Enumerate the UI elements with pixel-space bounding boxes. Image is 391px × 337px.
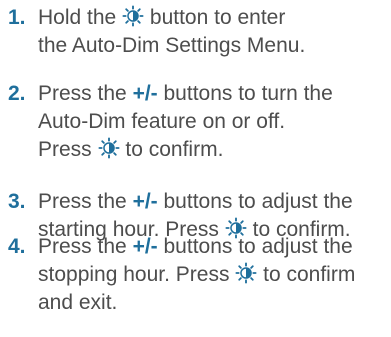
step-text: Press the +/- buttons to turn the Auto-D…: [38, 80, 388, 164]
step-number: 4.: [8, 235, 26, 258]
step-text: Press the +/- buttons to adjust the stop…: [38, 233, 388, 317]
step-text-segment: stopping hour. Press: [38, 263, 230, 286]
step-number: 3.: [8, 190, 26, 213]
plus-minus-label: +/-: [132, 190, 158, 213]
step-text-segment: Press the: [38, 235, 127, 258]
dim-button-icon: [235, 262, 257, 284]
step-text-segment: buttons to adjust the: [163, 235, 353, 258]
step-text-segment: button to enter: [149, 6, 286, 29]
step-text-segment: Auto-Dim feature on or off.: [38, 110, 286, 133]
step-text-segment: to confirm.: [125, 138, 224, 161]
step-text-segment: Press the: [38, 190, 127, 213]
step-number: 2.: [8, 82, 26, 105]
step-text-segment: Press: [38, 138, 92, 161]
step-text-segment: buttons to turn the: [163, 82, 333, 105]
step-text-segment: Press the: [38, 82, 127, 105]
step-text-segment: the Auto-Dim Settings Menu.: [38, 34, 306, 57]
plus-minus-label: +/-: [132, 82, 158, 105]
step-number: 1.: [8, 6, 26, 29]
step-text: Hold the button to enter the Auto-Dim Se…: [38, 4, 388, 60]
step-text-segment: buttons to adjust the: [163, 190, 353, 213]
step-text-segment: to confirm: [263, 263, 356, 286]
plus-minus-label: +/-: [132, 235, 158, 258]
dim-button-icon: [122, 5, 144, 27]
dim-button-icon: [98, 137, 120, 159]
step-text-segment: Hold the: [38, 6, 117, 29]
step-text-segment: and exit.: [38, 291, 118, 314]
